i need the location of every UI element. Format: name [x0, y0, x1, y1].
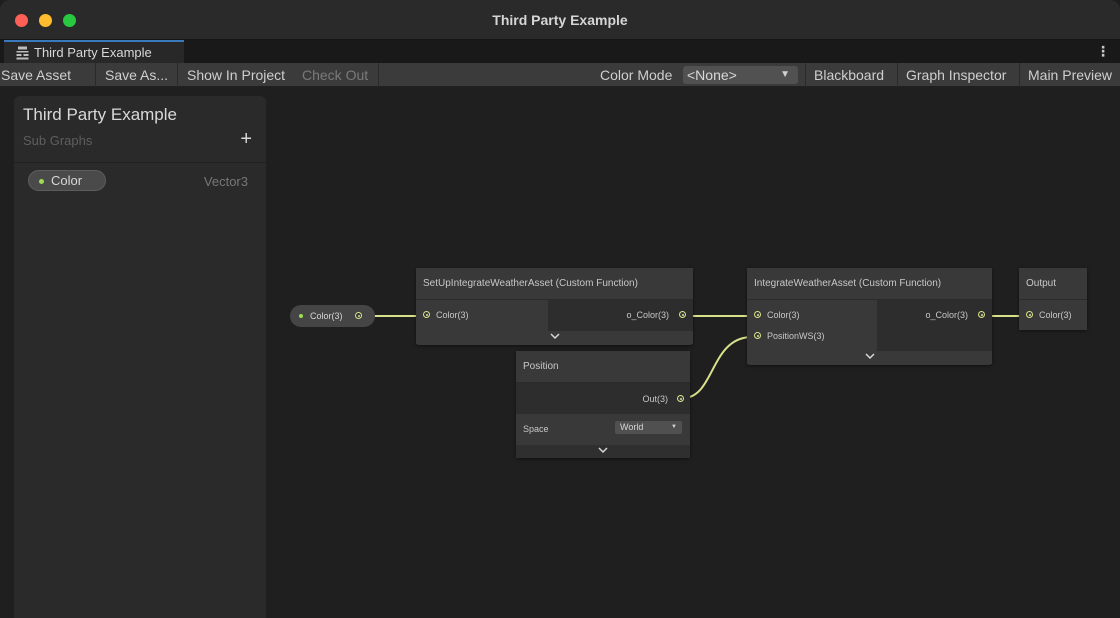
property-name: Color — [51, 173, 83, 188]
property-type: Vector3 — [203, 174, 248, 189]
window-title: Third Party Example — [492, 12, 628, 28]
blackboard-toggle-button[interactable]: Blackboard — [814, 63, 884, 87]
input-port-label: Color(3) — [1039, 310, 1072, 320]
shader-graph-window: Third Party Example Third Party Example … — [0, 0, 1120, 618]
color-mode-label: Color Mode — [600, 67, 673, 83]
input-port-label: Color(3) — [436, 310, 469, 320]
chevron-down-icon[interactable] — [516, 445, 690, 458]
chevron-down-icon: ▼ — [780, 69, 790, 80]
check-out-button: Check Out — [302, 67, 369, 83]
tab-third-party-example[interactable]: Third Party Example — [4, 40, 184, 63]
tab-label: Third Party Example — [34, 45, 152, 60]
chevron-down-icon: ▼ — [671, 424, 677, 430]
output-port-label: o_Color(3) — [925, 310, 968, 320]
output-port-label: o_Color(3) — [626, 310, 669, 320]
shader-graph-icon — [16, 46, 29, 60]
input-port[interactable] — [754, 332, 761, 339]
property-exposed-dot — [299, 314, 303, 318]
input-port-label: PositionWS(3) — [767, 331, 825, 341]
color-mode-value: <None> — [687, 67, 737, 83]
output-port[interactable] — [978, 311, 985, 318]
blackboard-property-color[interactable]: Color — [28, 170, 106, 191]
chevron-down-icon[interactable] — [416, 331, 693, 344]
property-exposed-dot — [39, 179, 44, 184]
output-port-label: Out(3) — [642, 394, 668, 404]
node-title: SetUpIntegrateWeatherAsset (Custom Funct… — [416, 268, 693, 300]
space-dropdown[interactable]: World ▼ — [615, 421, 682, 434]
input-port[interactable] — [1026, 311, 1033, 318]
graph-inspector-toggle-button[interactable]: Graph Inspector — [906, 63, 1006, 87]
space-label: Space — [523, 424, 549, 434]
output-port[interactable] — [679, 311, 686, 318]
space-value: World — [620, 422, 644, 432]
tab-strip: Third Party Example ⋮ — [0, 40, 1120, 63]
blackboard-panel: Third Party Example Sub Graphs + Color V… — [14, 96, 266, 618]
add-property-icon[interactable]: + — [240, 129, 252, 149]
node-title: Output — [1019, 268, 1087, 300]
output-node[interactable]: Output Color(3) — [1019, 268, 1087, 330]
blackboard-title: Third Party Example — [23, 105, 177, 124]
output-port[interactable] — [677, 395, 684, 402]
output-port[interactable] — [355, 312, 362, 319]
property-node-label: Color(3) — [310, 311, 343, 321]
color-mode-dropdown[interactable]: <None> ▼ — [683, 66, 798, 84]
setup-integrate-weather-node[interactable]: SetUpIntegrateWeatherAsset (Custom Funct… — [416, 268, 693, 345]
divider — [14, 162, 266, 163]
chevron-down-icon[interactable] — [747, 351, 992, 364]
position-node[interactable]: Position Out(3) Space World ▼ — [516, 351, 690, 458]
input-port[interactable] — [423, 311, 430, 318]
color-property-node[interactable]: Color(3) — [290, 305, 375, 327]
integrate-weather-node[interactable]: IntegrateWeatherAsset (Custom Function) … — [747, 268, 992, 365]
show-in-project-button[interactable]: Show In Project — [187, 63, 285, 87]
more-options-icon[interactable]: ⋮ — [1096, 43, 1110, 59]
main-preview-toggle-button[interactable]: Main Preview — [1028, 63, 1112, 87]
input-port-label: Color(3) — [767, 310, 800, 320]
wire-position-to-integrate — [682, 336, 753, 399]
node-title: Position — [516, 351, 690, 383]
toolbar: Save Asset Save As... Show In Project Ch… — [0, 63, 1120, 87]
blackboard-subtitle: Sub Graphs — [23, 133, 93, 148]
save-as-button[interactable]: Save As... — [105, 63, 168, 87]
node-title: IntegrateWeatherAsset (Custom Function) — [747, 268, 992, 300]
save-asset-button[interactable]: Save Asset — [0, 63, 95, 87]
title-bar: Third Party Example — [0, 0, 1120, 40]
input-port[interactable] — [754, 311, 761, 318]
